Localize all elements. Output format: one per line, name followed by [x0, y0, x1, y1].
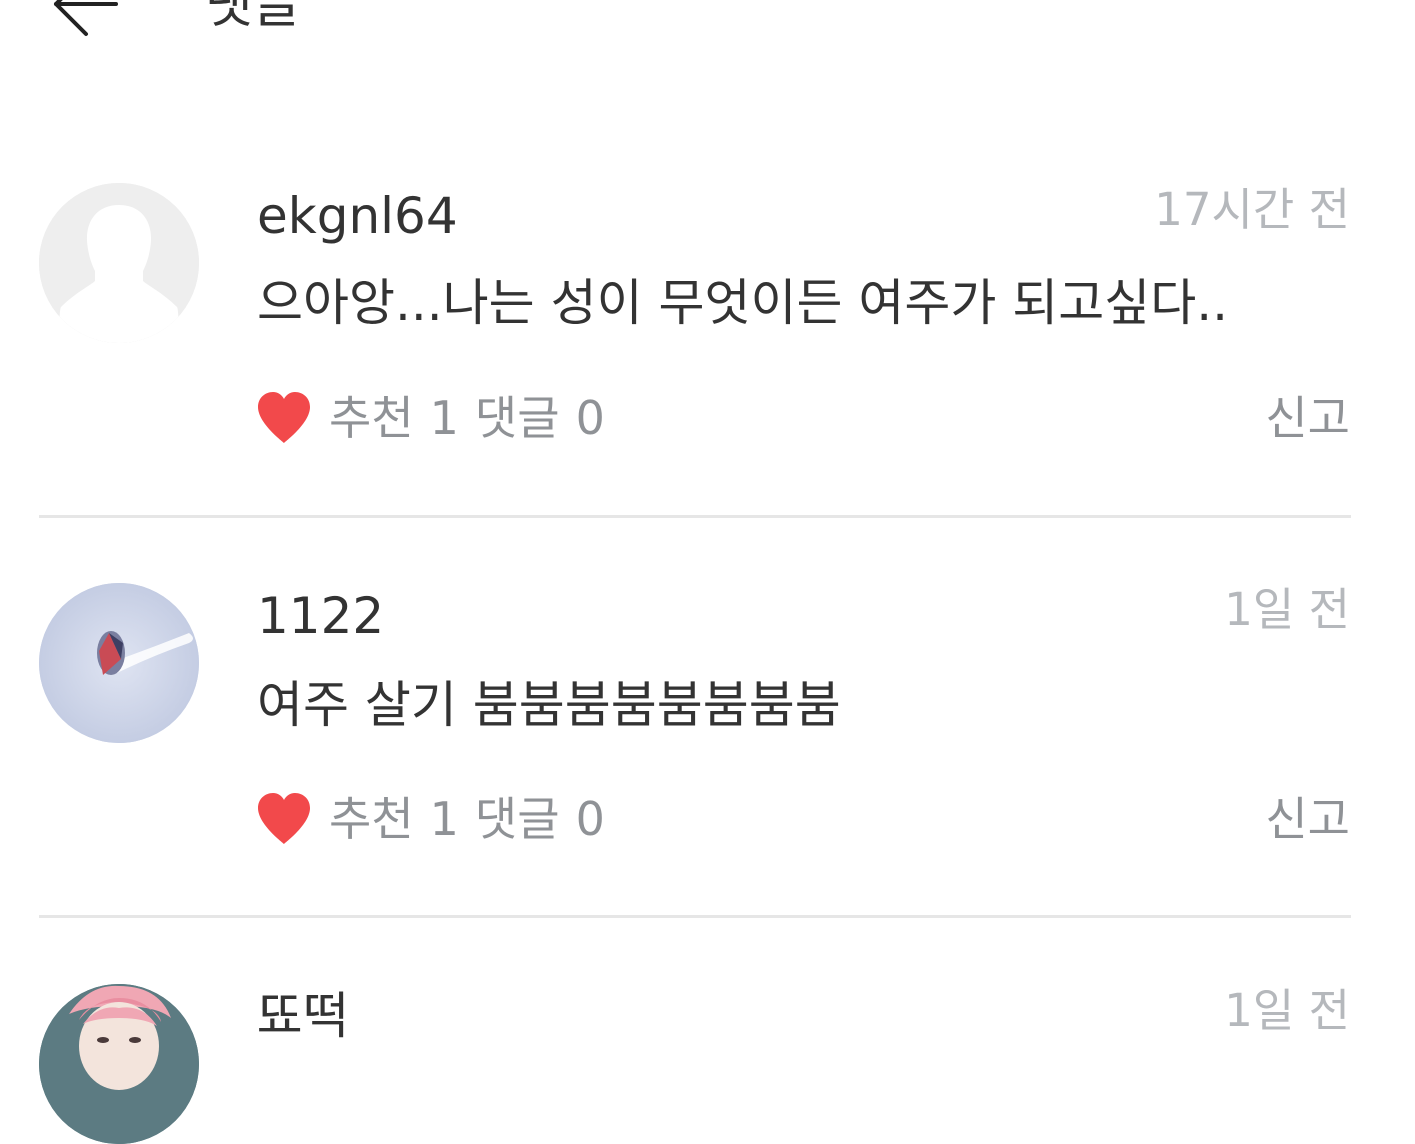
comment-username[interactable]: 뚀떡 [257, 986, 349, 1046]
avatar[interactable] [39, 984, 199, 1144]
photo-avatar-icon [39, 984, 199, 1144]
comment-item: 뚀떡 1일 전 [0, 0, 1415, 1144]
comment-timestamp: 1일 전 [1224, 984, 1350, 1037]
